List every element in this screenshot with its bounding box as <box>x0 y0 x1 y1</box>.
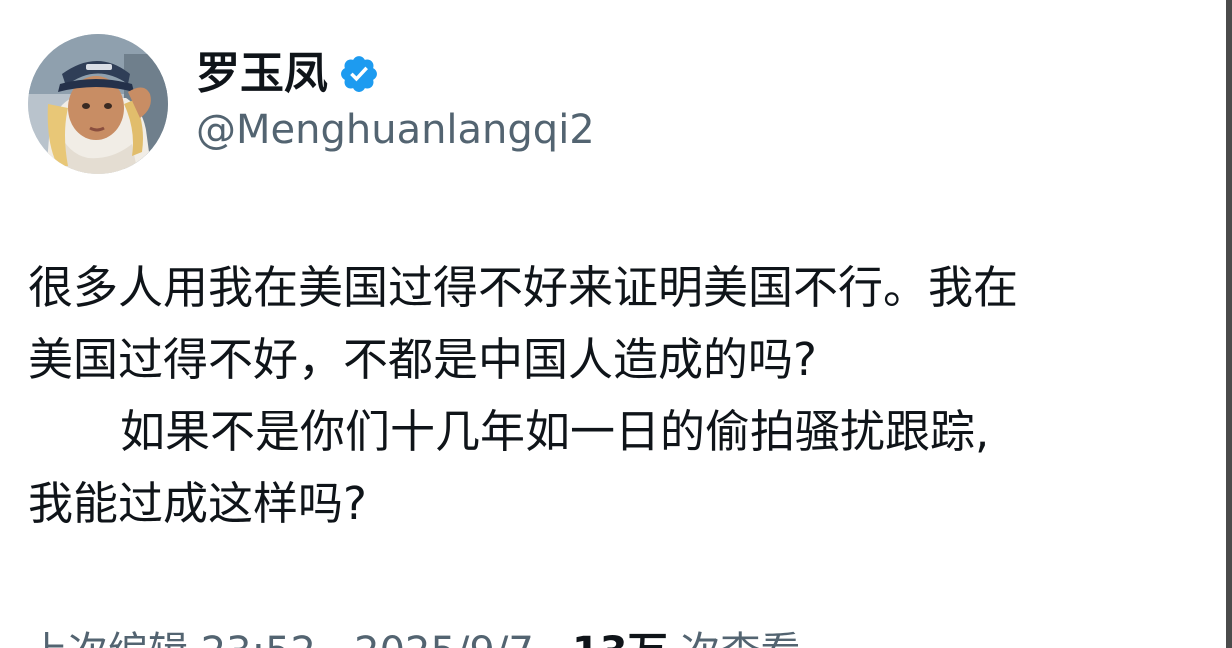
tweet-line: 如果不是你们十几年如一日的偷拍骚扰跟踪, <box>120 405 990 458</box>
avatar-photo <box>28 34 168 174</box>
verified-badge-icon <box>338 53 380 95</box>
tweet-line: 很多人用我在美国过得不好来证明美国不行。我在 <box>28 261 1019 314</box>
tweet-card: 罗玉凤 @Menghuanlangqi2 很多人用我在美国过得不好来证明美国不行… <box>0 0 1232 648</box>
tweet-meta: 上次编辑 23:52 · 2025/9/7 · 13万 次查看 <box>28 626 800 648</box>
window-edge <box>1226 0 1232 648</box>
user-handle[interactable]: @Menghuanlangqi2 <box>196 104 595 156</box>
tweet-text: 很多人用我在美国过得不好来证明美国不行。我在 美国过得不好，不都是中国人造成的吗… <box>28 252 1218 540</box>
views-label: 次查看 <box>668 629 800 648</box>
edited-timestamp[interactable]: 上次编辑 23:52 · 2025/9/7 · <box>28 629 572 648</box>
name-row: 罗玉凤 <box>196 46 380 102</box>
views-count: 13万 <box>572 629 668 648</box>
display-name[interactable]: 罗玉凤 <box>196 46 328 102</box>
tweet-line: 我能过成这样吗? <box>28 477 367 530</box>
avatar[interactable] <box>28 34 168 174</box>
tweet-line: 美国过得不好，不都是中国人造成的吗? <box>28 333 817 386</box>
